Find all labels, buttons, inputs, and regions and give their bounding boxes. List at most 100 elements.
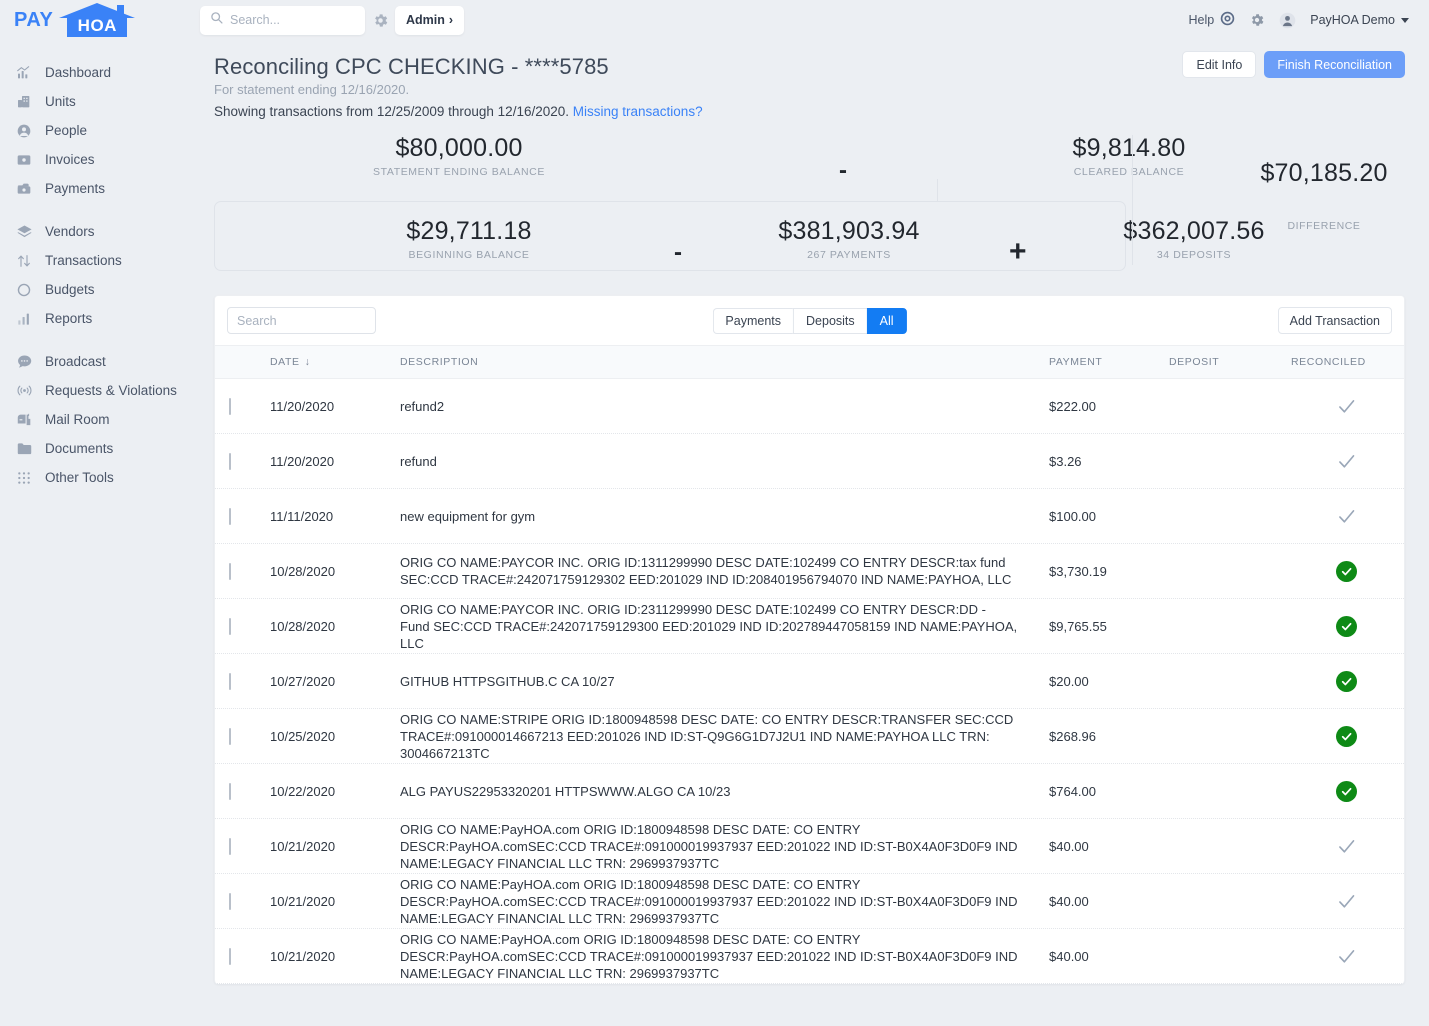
sidebar-item-dashboard[interactable]: Dashboard xyxy=(0,58,190,87)
operator-minus-bottom: - xyxy=(674,239,682,266)
check-reconciled-icon xyxy=(1336,725,1357,747)
table-row[interactable]: 10/27/2020 GITHUB HTTPSGITHUB.C CA 10/27 $… xyxy=(215,654,1404,709)
lifering-icon xyxy=(1220,11,1235,29)
table-row[interactable]: 10/21/2020 ORIG CO NAME:PayHOA.com ORIG I… xyxy=(215,819,1404,874)
sidebar-group: Dashboard Units People Invoices Payments xyxy=(0,58,190,203)
table-row[interactable]: 10/25/2020 ORIG CO NAME:STRIPE ORIG ID:18… xyxy=(215,709,1404,764)
check-reconciled-icon xyxy=(1336,670,1357,692)
sidebar-item-vendors[interactable]: Vendors xyxy=(0,217,190,246)
search-input[interactable] xyxy=(230,13,350,27)
global-search[interactable] xyxy=(200,5,365,35)
cell-payment: $40.00 xyxy=(1049,893,1089,909)
admin-label: Admin xyxy=(406,13,445,27)
admin-button[interactable]: Admin › xyxy=(395,5,465,35)
cell-reconciled[interactable] xyxy=(1289,670,1404,692)
settings-gear-button[interactable] xyxy=(365,12,395,29)
row-checkbox[interactable] xyxy=(229,947,231,965)
column-header-date[interactable]: DATE ↓ xyxy=(270,356,400,368)
payments-label: 267 PAYMENTS xyxy=(807,249,891,261)
sidebar-item-other-tools[interactable]: Other Tools xyxy=(0,463,190,492)
account-menu[interactable]: PayHOA Demo xyxy=(1310,13,1409,27)
column-header-reconciled[interactable]: RECONCILED xyxy=(1289,356,1404,368)
sidebar-item-requests-violations[interactable]: Requests & Violations xyxy=(0,376,190,405)
row-checkbox[interactable] xyxy=(229,397,231,415)
table-search-input[interactable] xyxy=(227,307,376,334)
cell-reconciled[interactable] xyxy=(1289,725,1404,747)
add-transaction-button[interactable]: Add Transaction xyxy=(1277,307,1392,334)
table-row[interactable]: 10/28/2020 ORIG CO NAME:PAYCOR INC. ORIG … xyxy=(215,544,1404,599)
beginning-balance: $29,711.18 BEGINNING BALANCE xyxy=(354,217,584,261)
cell-reconciled[interactable] xyxy=(1289,836,1404,857)
user-avatar-button[interactable] xyxy=(1279,12,1296,29)
table-row[interactable]: 11/20/2020 refund2 $222.00 xyxy=(215,379,1404,434)
missing-transactions-link[interactable]: Missing transactions? xyxy=(573,104,703,119)
sidebar-item-payments[interactable]: Payments xyxy=(0,174,190,203)
logo[interactable]: PAY HOA xyxy=(0,0,190,40)
difference-label: DIFFERENCE xyxy=(1287,220,1361,232)
edit-info-button[interactable]: Edit Info xyxy=(1182,51,1257,78)
column-header-description[interactable]: DESCRIPTION xyxy=(400,354,1049,371)
documents-icon xyxy=(15,440,33,458)
cell-reconciled[interactable] xyxy=(1289,451,1404,472)
column-header-payment[interactable]: PAYMENT xyxy=(1049,356,1169,368)
reconciliation-summary: $80,000.00 STATEMENT ENDING BALANCE - $9… xyxy=(214,129,1405,277)
table-row[interactable]: 11/11/2020 new equipment for gym $100.00 xyxy=(215,489,1404,544)
row-checkbox[interactable] xyxy=(229,782,231,800)
cell-reconciled[interactable] xyxy=(1289,891,1404,912)
sidebar-item-documents[interactable]: Documents xyxy=(0,434,190,463)
sidebar-group: Vendors Transactions Budgets Reports xyxy=(0,217,190,333)
sidebar-item-label: Documents xyxy=(45,441,114,456)
mailroom-icon xyxy=(15,411,33,429)
invoices-icon xyxy=(15,151,33,169)
finish-reconciliation-button[interactable]: Finish Reconciliation xyxy=(1264,51,1405,78)
gear-icon xyxy=(1252,14,1264,26)
table-row[interactable]: 10/21/2020 ORIG CO NAME:PayHOA.com ORIG I… xyxy=(215,874,1404,929)
sidebar-item-invoices[interactable]: Invoices xyxy=(0,145,190,174)
cell-description: ORIG CO NAME:PayHOA.com ORIG ID:18009485… xyxy=(400,821,1018,871)
cell-payment: $9,765.55 xyxy=(1049,618,1107,634)
transactions-icon xyxy=(15,252,33,270)
settings-icon-button[interactable] xyxy=(1249,12,1265,28)
row-checkbox[interactable] xyxy=(229,672,231,690)
sidebar-item-mail-room[interactable]: Mail Room xyxy=(0,405,190,434)
cell-reconciled[interactable] xyxy=(1289,780,1404,802)
cell-description: ORIG CO NAME:STRIPE ORIG ID:1800948598 D… xyxy=(400,711,1014,761)
cell-payment: $268.96 xyxy=(1049,728,1096,744)
sidebar-item-people[interactable]: People xyxy=(0,116,190,145)
table-row[interactable]: 10/22/2020 ALG PAYUS22953320201 HTTPSWWW.… xyxy=(215,764,1404,819)
sidebar-item-label: Vendors xyxy=(45,224,95,239)
cell-reconciled[interactable] xyxy=(1289,396,1404,417)
cell-reconciled[interactable] xyxy=(1289,506,1404,527)
sidebar-item-label: Requests & Violations xyxy=(45,383,177,398)
row-select-cell xyxy=(215,947,270,965)
column-header-deposit[interactable]: DEPOSIT xyxy=(1169,356,1289,368)
row-checkbox[interactable] xyxy=(229,727,231,745)
row-checkbox[interactable] xyxy=(229,617,231,635)
sidebar-item-label: People xyxy=(45,123,88,138)
cell-reconciled[interactable] xyxy=(1289,615,1404,637)
filter-tab-deposits[interactable]: Deposits xyxy=(793,307,867,334)
filter-tab-payments[interactable]: Payments xyxy=(712,307,794,334)
table-row[interactable]: 10/21/2020 ORIG CO NAME:PayHOA.com ORIG I… xyxy=(215,929,1404,984)
filter-tab-all[interactable]: All xyxy=(866,307,907,334)
sidebar-item-broadcast[interactable]: Broadcast xyxy=(0,347,190,376)
row-checkbox[interactable] xyxy=(229,892,231,910)
cell-reconciled[interactable] xyxy=(1289,946,1404,967)
row-checkbox[interactable] xyxy=(229,562,231,580)
sidebar-item-units[interactable]: Units xyxy=(0,87,190,116)
row-checkbox[interactable] xyxy=(229,507,231,525)
cell-date: 10/21/2020 xyxy=(270,893,336,909)
table-row[interactable]: 10/28/2020 ORIG CO NAME:PAYCOR INC. ORIG … xyxy=(215,599,1404,654)
cell-reconciled[interactable] xyxy=(1289,560,1404,582)
sidebar-item-reports[interactable]: Reports xyxy=(0,304,190,333)
row-checkbox[interactable] xyxy=(229,452,231,470)
row-checkbox[interactable] xyxy=(229,837,231,855)
help-button[interactable]: Help xyxy=(1189,11,1236,29)
sidebar-item-budgets[interactable]: Budgets xyxy=(0,275,190,304)
cell-date: 10/21/2020 xyxy=(270,838,336,854)
table-row[interactable]: 11/20/2020 refund $3.26 xyxy=(215,434,1404,489)
cell-payment: $764.00 xyxy=(1049,783,1096,799)
sidebar-item-transactions[interactable]: Transactions xyxy=(0,246,190,275)
row-select-cell xyxy=(215,892,270,910)
payments-total: $381,903.94 267 PAYMENTS xyxy=(724,217,974,261)
